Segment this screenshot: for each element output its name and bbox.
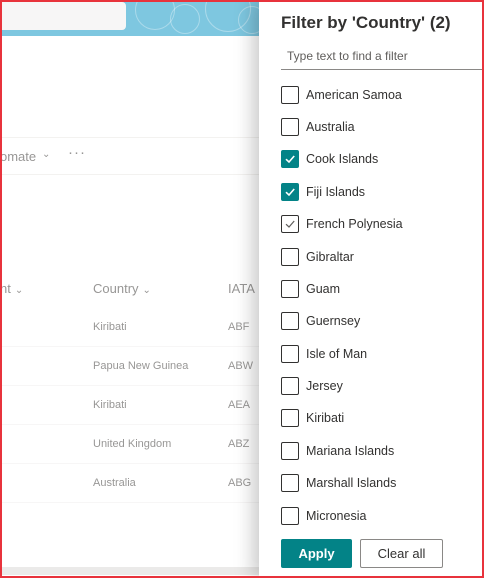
filter-option-label: Mariana Islands [306,444,395,458]
filter-option-label: Kiribati [306,411,345,425]
filter-option-cook-islands[interactable]: Cook Islands [281,147,481,171]
filter-option-french-polynesia[interactable]: French Polynesia [281,212,481,236]
filter-option-marshall-islands[interactable]: Marshall Islands [281,471,481,495]
filter-option-label: Micronesia [306,509,367,523]
checkbox[interactable] [281,474,299,492]
checkbox-hover[interactable] [281,215,299,233]
checkmark-icon [285,188,295,197]
checkbox[interactable] [281,345,299,363]
filter-option-mariana-islands[interactable]: Mariana Islands [281,439,481,463]
apply-button[interactable]: Apply [281,539,352,568]
checkbox[interactable] [281,409,299,427]
checkbox[interactable] [281,312,299,330]
filter-option-label: Marshall Islands [306,476,397,490]
filter-option-label: Jersey [306,379,343,393]
filter-option-jersey[interactable]: Jersey [281,374,481,398]
filter-option-label: Fiji Islands [306,185,366,199]
filter-option-micronesia[interactable]: Micronesia [281,504,481,525]
filter-option-label: Guam [306,282,341,296]
filter-option-label: Cook Islands [306,152,379,166]
filter-option-label: Gibraltar [306,250,354,264]
filter-option-guam[interactable]: Guam [281,277,481,301]
filter-option-isle-of-man[interactable]: Isle of Man [281,342,481,366]
checkbox[interactable] [281,86,299,104]
checkbox[interactable] [281,442,299,460]
checkbox[interactable] [281,118,299,136]
filter-option-label: French Polynesia [306,217,403,231]
filter-option-kiribati[interactable]: Kiribati [281,406,481,430]
checkbox[interactable] [281,248,299,266]
checkbox[interactable] [281,377,299,395]
filter-option-label: Isle of Man [306,347,368,361]
panel-overlay[interactable] [0,0,260,578]
filter-option-label: Guernsey [306,314,361,328]
checkmark-icon [285,220,295,228]
checkmark-icon [285,155,295,164]
checkbox[interactable] [281,507,299,525]
filter-option-australia[interactable]: Australia [281,115,481,139]
filter-option-label: American Samoa [306,88,402,102]
filter-option-guernsey[interactable]: Guernsey [281,309,481,333]
filter-option-american-samoa[interactable]: American Samoa [281,83,481,107]
clear-all-button[interactable]: Clear all [360,539,443,568]
filter-pane-title: Filter by 'Country' (2) [281,13,451,32]
filter-option-gibraltar[interactable]: Gibraltar [281,245,481,269]
checkbox[interactable] [281,280,299,298]
filter-search-input[interactable] [281,42,484,70]
filter-pane: Filter by 'Country' (2) American Samoa A… [259,0,484,578]
checkbox-checked[interactable] [281,183,299,201]
filter-option-label: Australia [306,120,355,134]
filter-option-fiji-islands[interactable]: Fiji Islands [281,180,481,204]
checkbox-checked[interactable] [281,150,299,168]
filter-options-list[interactable]: American Samoa Australia Cook Islands Fi… [281,80,481,525]
